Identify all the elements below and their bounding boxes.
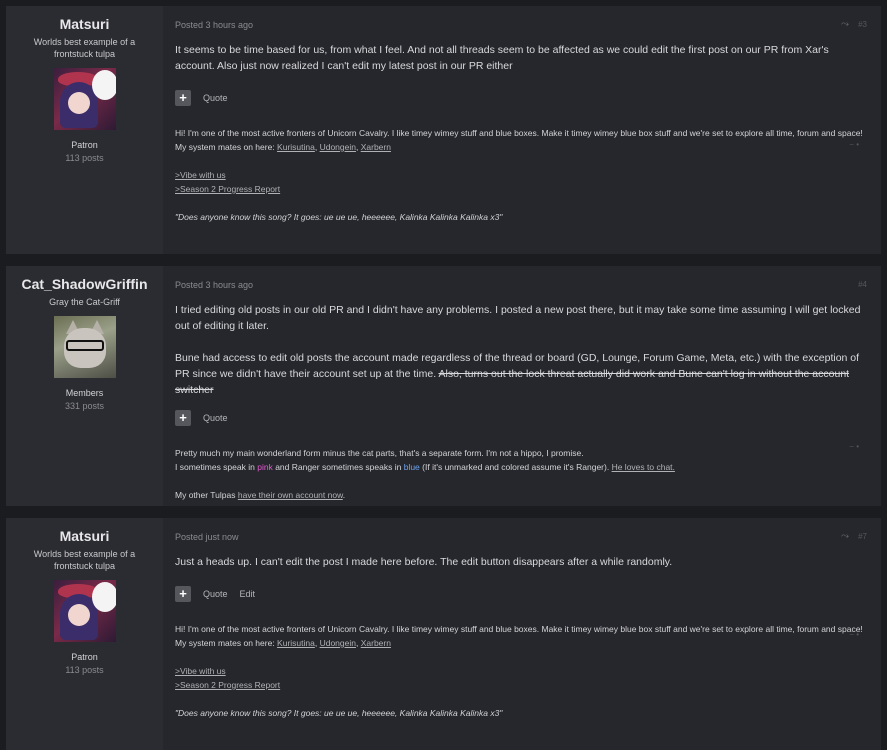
signature-pink-text: pink: [257, 462, 273, 472]
author-title: Gray the Cat-Griff: [49, 297, 120, 307]
signature-quote: "Does anyone know this song? It goes: ue…: [175, 212, 503, 222]
author-group: Members: [65, 388, 104, 398]
signature-link-vibe[interactable]: >Vibe with us: [175, 666, 226, 676]
author-post-count: 331 posts: [64, 401, 105, 411]
author-post-count: 113 posts: [65, 153, 104, 163]
post-content: Posted 3 hours ago #4 I tried editing ol…: [163, 266, 881, 506]
signature-blue-text: blue: [403, 462, 420, 472]
signature-quote: "Does anyone know this song? It goes: ue…: [175, 708, 503, 718]
post-number[interactable]: #4: [858, 280, 867, 289]
post-actions: + Quote: [175, 410, 863, 426]
signature-link-xarbern[interactable]: Xarbern: [361, 638, 391, 648]
quote-button[interactable]: Quote: [203, 93, 228, 103]
author-group: Patron: [71, 140, 98, 150]
post-content: Posted 3 hours ago ⤳ #3 It seems to be t…: [163, 6, 881, 254]
post-body: Just a heads up. I can't edit the post I…: [175, 554, 863, 570]
post-timestamp[interactable]: Posted just now: [175, 532, 863, 542]
avatar[interactable]: [53, 580, 116, 642]
author-title: Worlds best example of a frontstuck tulp…: [33, 549, 136, 571]
quote-button[interactable]: Quote: [203, 413, 228, 423]
signature-link-progress-report[interactable]: >Season 2 Progress Report: [175, 184, 280, 194]
signature-link-kurisutina[interactable]: Kurisutina: [277, 638, 315, 648]
author-name[interactable]: Matsuri: [6, 16, 163, 32]
post-content: Posted just now ⤳ #7 Just a heads up. I …: [163, 518, 881, 750]
signature-link-udongein[interactable]: Udongein: [320, 142, 356, 152]
signature-link-udongein[interactable]: Udongein: [320, 638, 356, 648]
author-name[interactable]: Cat_ShadowGriffin: [6, 276, 163, 292]
signature-intro: Hi! I'm one of the most active fronters …: [175, 624, 863, 634]
post: Cat_ShadowGriffin Gray the Cat-Griff Mem…: [6, 266, 881, 506]
author-name[interactable]: Matsuri: [6, 528, 163, 544]
post-number[interactable]: #3: [858, 20, 867, 29]
post-actions: + Quote: [175, 90, 863, 106]
signature: Pretty much my main wonderland form minu…: [175, 446, 863, 502]
post-actions: + Quote Edit: [175, 586, 863, 602]
edit-button[interactable]: Edit: [240, 589, 256, 599]
collapse-icon[interactable]: − •: [849, 442, 859, 451]
author-group: Patron: [71, 652, 98, 662]
author-post-count: 113 posts: [65, 665, 104, 675]
signature-link-vibe[interactable]: >Vibe with us: [175, 170, 226, 180]
post: Matsuri Worlds best example of a frontst…: [6, 6, 881, 254]
signature-text: I sometimes speak in: [175, 462, 255, 472]
signature-link-kurisutina[interactable]: Kurisutina: [277, 142, 315, 152]
signature-mates-label: My system mates on here:: [175, 638, 275, 648]
author-panel: Matsuri Worlds best example of a frontst…: [6, 518, 163, 750]
signature-text: .: [342, 490, 346, 500]
post-timestamp[interactable]: Posted 3 hours ago: [175, 280, 863, 290]
quote-button[interactable]: Quote: [203, 589, 228, 599]
post-timestamp[interactable]: Posted 3 hours ago: [175, 20, 863, 30]
plus-icon[interactable]: +: [175, 410, 191, 426]
plus-icon[interactable]: +: [175, 90, 191, 106]
signature-mates-label: My system mates on here:: [175, 142, 275, 152]
avatar[interactable]: [53, 316, 116, 378]
signature-text: (If it's unmarked and colored assume it'…: [422, 462, 610, 472]
post-number[interactable]: #7: [858, 532, 867, 541]
signature-link-progress-report[interactable]: >Season 2 Progress Report: [175, 680, 280, 690]
signature-link-xarbern[interactable]: Xarbern: [361, 142, 391, 152]
signature-text: and Ranger sometimes speaks in: [275, 462, 402, 472]
post-body: I tried editing old posts in our old PR …: [175, 302, 863, 398]
author-panel: Matsuri Worlds best example of a frontst…: [6, 6, 163, 254]
post-paragraph: It seems to be time based for us, from w…: [175, 44, 829, 72]
signature-intro: Hi! I'm one of the most active fronters …: [175, 128, 863, 138]
plus-icon[interactable]: +: [175, 586, 191, 602]
share-icon[interactable]: ⤳: [841, 531, 851, 542]
post-paragraph: I tried editing old posts in our old PR …: [175, 304, 861, 332]
signature-text: My other Tulpas: [175, 490, 236, 500]
post-body: It seems to be time based for us, from w…: [175, 42, 863, 74]
author-panel: Cat_ShadowGriffin Gray the Cat-Griff Mem…: [6, 266, 163, 506]
collapse-icon[interactable]: − •: [849, 140, 859, 149]
avatar[interactable]: [53, 68, 116, 130]
author-title: Worlds best example of a frontstuck tulp…: [33, 37, 136, 59]
signature: Hi! I'm one of the most active fronters …: [175, 128, 863, 222]
post-paragraph: Just a heads up. I can't edit the post I…: [175, 556, 673, 568]
signature-link-chat[interactable]: He loves to chat.: [612, 462, 675, 472]
signature: Hi! I'm one of the most active fronters …: [175, 624, 863, 718]
post: Matsuri Worlds best example of a frontst…: [6, 518, 881, 750]
signature-link-other-account[interactable]: have their own account now: [238, 490, 343, 500]
share-icon[interactable]: ⤳: [841, 19, 851, 30]
signature-line: Pretty much my main wonderland form minu…: [175, 448, 584, 458]
collapse-icon[interactable]: − •: [849, 630, 859, 639]
